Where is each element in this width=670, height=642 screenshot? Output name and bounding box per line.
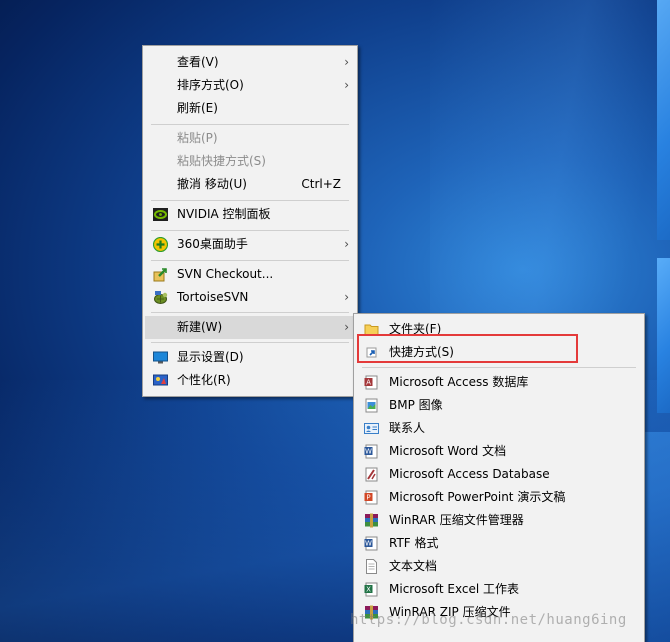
menu-item-tortoisesvn[interactable]: TortoiseSVN › bbox=[145, 286, 355, 309]
360-icon bbox=[152, 236, 169, 253]
menu-item-paste-shortcut: 粘贴快捷方式(S) bbox=[145, 150, 355, 173]
menu-item-label: RTF 格式 bbox=[389, 536, 439, 550]
new-item-access-database-cn[interactable]: A Microsoft Access 数据库 bbox=[356, 371, 642, 394]
menu-item-label: 排序方式(O) bbox=[177, 78, 244, 92]
menu-item-label: Microsoft Word 文档 bbox=[389, 444, 507, 458]
menu-separator bbox=[151, 260, 349, 261]
rtf-icon: W bbox=[364, 536, 379, 551]
chevron-right-icon: › bbox=[344, 320, 349, 334]
menu-item-360-desktop-assistant[interactable]: 360桌面助手 › bbox=[145, 233, 355, 256]
menu-item-label: 撤消 移动(U) bbox=[177, 177, 247, 191]
menu-item-view[interactable]: 查看(V) › bbox=[145, 51, 355, 74]
menu-item-label: Microsoft Excel 工作表 bbox=[389, 582, 520, 596]
menu-item-label: 显示设置(D) bbox=[177, 350, 244, 364]
chevron-right-icon: › bbox=[344, 290, 349, 304]
menu-item-paste: 粘贴(P) bbox=[145, 127, 355, 150]
menu-item-label: Microsoft PowerPoint 演示文稿 bbox=[389, 490, 566, 504]
new-item-excel-worksheet[interactable]: X Microsoft Excel 工作表 bbox=[356, 578, 642, 601]
menu-item-label: BMP 图像 bbox=[389, 398, 443, 412]
menu-item-label: SVN Checkout... bbox=[177, 267, 274, 281]
menu-item-label: 360桌面助手 bbox=[177, 237, 248, 251]
chevron-right-icon: › bbox=[344, 55, 349, 69]
desktop-background[interactable]: 查看(V) › 排序方式(O) › 刷新(E) 粘贴(P) 粘贴快捷方式(S) … bbox=[0, 0, 670, 642]
menu-item-label: 个性化(R) bbox=[177, 373, 231, 387]
access-db-icon bbox=[364, 467, 379, 482]
display-settings-icon bbox=[153, 350, 168, 365]
new-item-rtf[interactable]: W RTF 格式 bbox=[356, 532, 642, 555]
folder-icon bbox=[364, 322, 379, 337]
svg-text:X: X bbox=[366, 586, 371, 594]
menu-item-personalize[interactable]: 个性化(R) bbox=[145, 369, 355, 392]
shortcut-icon bbox=[364, 345, 379, 360]
menu-item-label: NVIDIA 控制面板 bbox=[177, 207, 271, 221]
menu-item-label: 查看(V) bbox=[177, 55, 219, 69]
watermark: https://blog.csdn.net/huang6ing bbox=[350, 612, 627, 628]
menu-item-display-settings[interactable]: 显示设置(D) bbox=[145, 346, 355, 369]
chevron-right-icon: › bbox=[344, 237, 349, 251]
menu-item-new[interactable]: 新建(W) › bbox=[145, 316, 355, 339]
windows-logo-pane bbox=[657, 258, 670, 413]
menu-item-nvidia-control-panel[interactable]: NVIDIA 控制面板 bbox=[145, 203, 355, 226]
menu-separator bbox=[151, 230, 349, 231]
svg-text:A: A bbox=[366, 379, 371, 387]
menu-item-label: 快捷方式(S) bbox=[389, 345, 454, 359]
windows-logo-pane bbox=[657, 0, 670, 240]
menu-item-shortcut: Ctrl+Z bbox=[301, 177, 341, 191]
menu-separator bbox=[151, 342, 349, 343]
svg-text:P: P bbox=[366, 494, 370, 502]
desktop-context-menu: 查看(V) › 排序方式(O) › 刷新(E) 粘贴(P) 粘贴快捷方式(S) … bbox=[142, 45, 358, 397]
menu-item-undo-move[interactable]: 撤消 移动(U) Ctrl+Z bbox=[145, 173, 355, 196]
contact-icon bbox=[364, 421, 379, 436]
winrar-icon bbox=[364, 513, 379, 528]
menu-item-label: TortoiseSVN bbox=[177, 290, 249, 304]
chevron-right-icon: › bbox=[344, 78, 349, 92]
new-item-winrar[interactable]: WinRAR 压缩文件管理器 bbox=[356, 509, 642, 532]
new-item-text-document[interactable]: 文本文档 bbox=[356, 555, 642, 578]
new-item-access-database-en[interactable]: Microsoft Access Database bbox=[356, 463, 642, 486]
menu-item-label: 新建(W) bbox=[177, 320, 223, 334]
menu-item-label: 刷新(E) bbox=[177, 101, 218, 115]
new-item-folder[interactable]: 文件夹(F) bbox=[356, 318, 642, 341]
menu-item-refresh[interactable]: 刷新(E) bbox=[145, 97, 355, 120]
menu-item-svn-checkout[interactable]: SVN Checkout... bbox=[145, 263, 355, 286]
menu-item-label: 文本文档 bbox=[389, 559, 438, 573]
svn-checkout-icon bbox=[153, 267, 168, 282]
bmp-icon bbox=[364, 398, 379, 413]
new-item-bmp-image[interactable]: BMP 图像 bbox=[356, 394, 642, 417]
svg-text:W: W bbox=[365, 448, 372, 456]
tortoisesvn-icon bbox=[153, 290, 168, 305]
new-item-shortcut[interactable]: 快捷方式(S) bbox=[356, 341, 642, 364]
menu-separator bbox=[151, 312, 349, 313]
menu-item-sort-by[interactable]: 排序方式(O) › bbox=[145, 74, 355, 97]
menu-item-label: 粘贴快捷方式(S) bbox=[177, 154, 266, 168]
menu-separator bbox=[151, 200, 349, 201]
menu-item-label: 联系人 bbox=[389, 421, 426, 435]
new-item-word-document[interactable]: W Microsoft Word 文档 bbox=[356, 440, 642, 463]
menu-separator bbox=[362, 367, 636, 368]
nvidia-icon bbox=[153, 207, 168, 222]
personalize-icon bbox=[153, 373, 168, 388]
new-item-contact[interactable]: 联系人 bbox=[356, 417, 642, 440]
menu-separator bbox=[151, 124, 349, 125]
menu-item-label: 文件夹(F) bbox=[389, 322, 442, 336]
powerpoint-icon: P bbox=[364, 490, 379, 505]
new-submenu: 文件夹(F) 快捷方式(S) A Microsoft Access 数据库 BM… bbox=[353, 313, 645, 642]
menu-item-label: 粘贴(P) bbox=[177, 131, 218, 145]
menu-item-label: Microsoft Access 数据库 bbox=[389, 375, 529, 389]
text-document-icon bbox=[364, 559, 379, 574]
excel-icon: X bbox=[364, 582, 379, 597]
word-icon: W bbox=[364, 444, 379, 459]
new-item-powerpoint[interactable]: P Microsoft PowerPoint 演示文稿 bbox=[356, 486, 642, 509]
menu-item-label: WinRAR 压缩文件管理器 bbox=[389, 513, 524, 527]
menu-item-label: Microsoft Access Database bbox=[389, 467, 550, 481]
svg-text:W: W bbox=[365, 540, 372, 548]
access-icon: A bbox=[364, 375, 379, 390]
